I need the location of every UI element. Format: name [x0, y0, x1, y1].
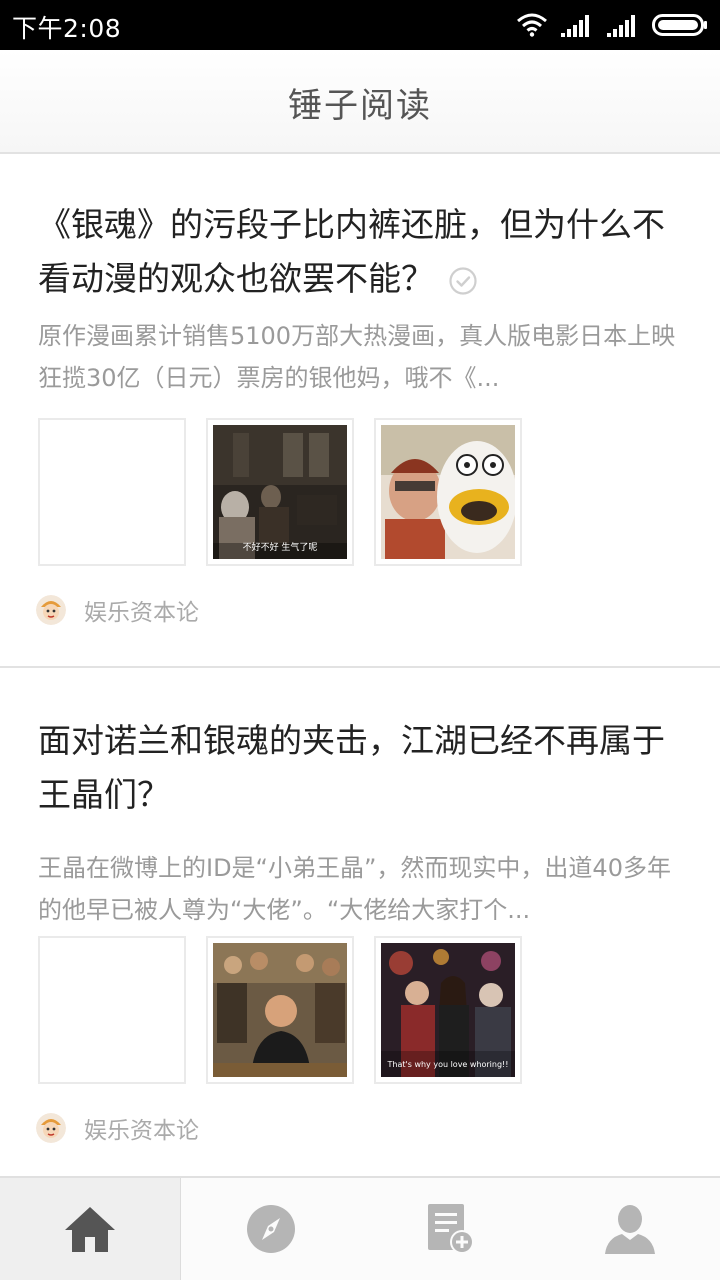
signal-icon: [607, 15, 635, 37]
movie-still-image: [213, 425, 347, 559]
article-summary: 王晶在微博上的ID是“小弟王晶”，然而现实中，出道40多年的他早已被人尊为“大佬…: [38, 854, 671, 924]
signal-icon: [561, 15, 589, 37]
status-time: 下午2:08: [12, 14, 122, 43]
article-thumbnail[interactable]: [206, 936, 354, 1084]
source-name: 娱乐资本论: [84, 600, 199, 626]
add-document-icon: [428, 1204, 475, 1254]
article-thumbnail[interactable]: [374, 418, 522, 566]
wifi-icon: [517, 13, 547, 37]
nav-subscribe[interactable]: [361, 1178, 541, 1280]
page-title: 锤子阅读: [288, 86, 432, 126]
article-card[interactable]: 《银魂》的污段子比内裤还脏，但为什么不看动漫的观众也欲罢不能？ 原作漫画累计销售…: [0, 154, 720, 668]
mascot-photo-image: [381, 425, 515, 559]
article-source[interactable]: 娱乐资本论: [36, 1112, 199, 1144]
thumbnail-row: 不好不好 生气了呢: [38, 418, 522, 566]
bottom-navigation: [0, 1176, 720, 1280]
title-bar: 锤子阅读: [0, 50, 720, 154]
status-bar: 下午2:08: [0, 0, 720, 50]
nav-profile[interactable]: [540, 1178, 720, 1280]
compass-icon: [246, 1205, 295, 1253]
battery-icon: [652, 14, 707, 36]
user-icon: [605, 1205, 656, 1254]
status-icons: [516, 12, 708, 38]
article-summary: 原作漫画累计销售5100万部大热漫画，真人版电影日本上映狂揽30亿（日元）票房的…: [38, 322, 676, 392]
check-circle-icon: [449, 267, 477, 295]
nav-discover[interactable]: [181, 1178, 361, 1280]
article-title[interactable]: 面对诺兰和银魂的夹击，江湖已经不再属于王晶们？: [38, 714, 678, 822]
article-thumbnail[interactable]: That's why you love whoring!!: [374, 936, 522, 1084]
article-card[interactable]: 面对诺兰和银魂的夹击，江湖已经不再属于王晶们？ 王晶在微博上的ID是“小弟王晶”…: [0, 670, 720, 1176]
article-feed[interactable]: 《银魂》的污段子比内裤还脏，但为什么不看动漫的观众也欲罢不能？ 原作漫画累计销售…: [0, 154, 720, 1176]
thumbnail-row: That's why you love whoring!!: [38, 936, 522, 1084]
thumbnail-caption: That's why you love whoring!!: [387, 1060, 509, 1069]
article-title[interactable]: 《银魂》的污段子比内裤还脏，但为什么不看动漫的观众也欲罢不能？: [38, 198, 678, 306]
home-icon: [64, 1207, 115, 1252]
thumbnail-caption: 不好不好 生气了呢: [242, 543, 318, 553]
source-avatar: [36, 595, 66, 625]
source-name: 娱乐资本论: [84, 1118, 199, 1144]
street-scene-image: [381, 943, 515, 1077]
nav-home[interactable]: [0, 1178, 181, 1280]
article-thumbnail[interactable]: [38, 418, 186, 566]
source-avatar: [36, 1113, 66, 1143]
article-thumbnail[interactable]: [38, 936, 186, 1084]
article-thumbnail[interactable]: 不好不好 生气了呢: [206, 418, 354, 566]
article-source[interactable]: 娱乐资本论: [36, 594, 199, 626]
movie-poster-image: [213, 943, 347, 1077]
